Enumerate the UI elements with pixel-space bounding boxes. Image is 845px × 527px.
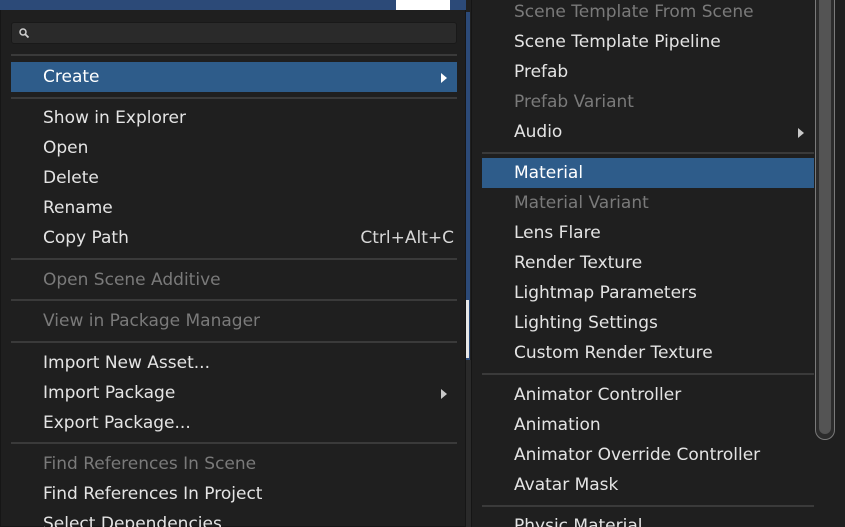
- menu-separator: [482, 152, 814, 154]
- chevron-right-icon: [441, 389, 447, 399]
- menu-item-label: Animator Controller: [514, 385, 682, 405]
- menu-item-import-package[interactable]: Import Package: [11, 378, 457, 408]
- menu-item-label: Lightmap Parameters: [514, 283, 697, 303]
- menu-item-label: Export Package...: [43, 413, 191, 433]
- menu-item-label: Render Texture: [514, 253, 643, 273]
- context-menu: Create Show in Explorer Open Delete Rena…: [0, 10, 466, 527]
- menu-item-label: Create: [43, 67, 100, 87]
- menu-item-lighting-settings[interactable]: Lighting Settings: [482, 308, 814, 338]
- menu-separator: [11, 54, 457, 56]
- menu-separator: [11, 442, 457, 444]
- menu-item-lightmap-parameters[interactable]: Lightmap Parameters: [482, 278, 814, 308]
- menu-search-input[interactable]: [34, 24, 444, 42]
- menu-item-prefab[interactable]: Prefab: [482, 57, 814, 87]
- menu-item-label: Find References In Project: [43, 484, 263, 504]
- menu-item-label: Material: [514, 163, 584, 183]
- menu-item-label: View in Package Manager: [43, 311, 261, 331]
- menu-separator: [482, 373, 814, 375]
- menu-item-label: Physic Material: [514, 516, 643, 527]
- menu-item-label: Select Dependencies: [43, 514, 222, 527]
- menu-item-avatar-mask[interactable]: Avatar Mask: [482, 470, 814, 500]
- menu-item-label: Import Package: [43, 383, 176, 403]
- menu-item-label: Avatar Mask: [514, 475, 619, 495]
- editor-background: Create Show in Explorer Open Delete Rena…: [0, 0, 845, 527]
- panel-edge: [466, 300, 469, 358]
- menu-item-label: Copy Path: [43, 228, 129, 248]
- scrollbar-thumb[interactable]: [819, 0, 831, 434]
- menu-item-import-new-asset[interactable]: Import New Asset...: [11, 348, 457, 378]
- menu-item-label: Open Scene Additive: [43, 270, 221, 290]
- menu-item-label: Lighting Settings: [514, 313, 658, 333]
- menu-item-material[interactable]: Material: [482, 158, 814, 188]
- menu-item-rename[interactable]: Rename: [11, 193, 457, 223]
- menu-item-label: Open: [43, 138, 89, 158]
- menu-item-find-references-in-scene[interactable]: Find References In Scene: [11, 449, 457, 479]
- menu-item-label: Material Variant: [514, 193, 649, 213]
- menu-item-animator-override-controller[interactable]: Animator Override Controller: [482, 440, 814, 470]
- menu-item-audio[interactable]: Audio: [482, 117, 814, 147]
- chevron-right-icon: [441, 73, 447, 83]
- menu-item-scene-template-from-scene[interactable]: Scene Template From Scene: [482, 0, 814, 27]
- menu-separator: [11, 97, 457, 99]
- menu-item-label: Scene Template From Scene: [514, 2, 754, 22]
- menu-search-field[interactable]: [11, 22, 457, 44]
- menu-item-create[interactable]: Create: [11, 62, 457, 92]
- menu-separator: [11, 299, 457, 301]
- menu-item-label: Import New Asset...: [43, 353, 210, 373]
- menu-item-copy-path[interactable]: Copy Path Ctrl+Alt+C: [11, 223, 457, 253]
- menu-item-view-in-package-manager[interactable]: View in Package Manager: [11, 306, 457, 336]
- menu-item-material-variant[interactable]: Material Variant: [482, 188, 814, 218]
- menu-separator: [11, 341, 457, 343]
- menu-item-delete[interactable]: Delete: [11, 163, 457, 193]
- menu-item-animator-controller[interactable]: Animator Controller: [482, 380, 814, 410]
- menu-item-open-scene-additive[interactable]: Open Scene Additive: [11, 265, 457, 295]
- chevron-right-icon: [798, 128, 804, 138]
- menu-item-show-in-explorer[interactable]: Show in Explorer: [11, 103, 457, 133]
- menu-item-select-dependencies[interactable]: Select Dependencies: [11, 509, 457, 527]
- menu-item-label: Find References In Scene: [43, 454, 257, 474]
- menu-item-custom-render-texture[interactable]: Custom Render Texture: [482, 338, 814, 368]
- search-icon: [19, 28, 30, 39]
- menu-separator: [11, 258, 457, 260]
- create-submenu: Scene Template From Scene Scene Template…: [471, 0, 845, 527]
- shortcut-label: Ctrl+Alt+C: [360, 228, 454, 248]
- menu-item-label: Prefab: [514, 62, 569, 82]
- menu-item-animation[interactable]: Animation: [482, 410, 814, 440]
- menu-item-prefab-variant[interactable]: Prefab Variant: [482, 87, 814, 117]
- submenu-scrollbar[interactable]: [815, 0, 835, 440]
- menu-item-export-package[interactable]: Export Package...: [11, 408, 457, 438]
- menu-item-lens-flare[interactable]: Lens Flare: [482, 218, 814, 248]
- menu-item-render-texture[interactable]: Render Texture: [482, 248, 814, 278]
- menu-separator: [482, 505, 814, 507]
- menu-item-label: Lens Flare: [514, 223, 601, 243]
- menu-item-label: Prefab Variant: [514, 92, 634, 112]
- menu-item-label: Animator Override Controller: [514, 445, 761, 465]
- menu-item-label: Custom Render Texture: [514, 343, 713, 363]
- menu-item-scene-template-pipeline[interactable]: Scene Template Pipeline: [482, 27, 814, 57]
- menu-item-label: Animation: [514, 415, 601, 435]
- menu-item-find-references-in-project[interactable]: Find References In Project: [11, 479, 457, 509]
- menu-item-physic-material[interactable]: Physic Material: [482, 511, 814, 527]
- menu-item-label: Show in Explorer: [43, 108, 186, 128]
- menu-item-label: Delete: [43, 168, 99, 188]
- menu-item-open[interactable]: Open: [11, 133, 457, 163]
- menu-item-label: Scene Template Pipeline: [514, 32, 721, 52]
- menu-item-label: Rename: [43, 198, 113, 218]
- menu-item-label: Audio: [514, 122, 563, 142]
